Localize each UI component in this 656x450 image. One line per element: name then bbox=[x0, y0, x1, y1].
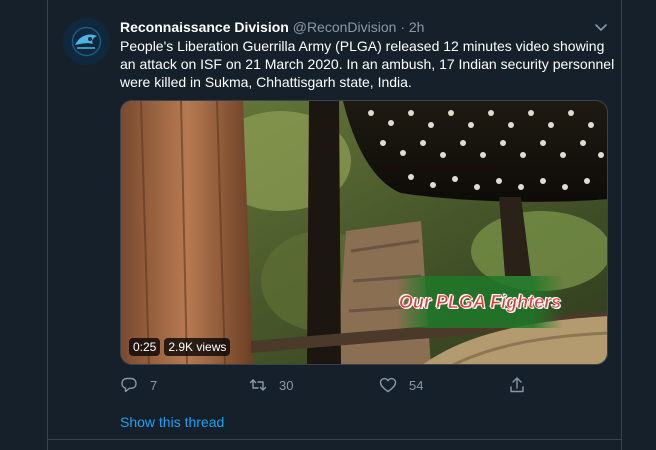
video-caption-banner: Our PLGA Fighters bbox=[397, 276, 563, 328]
tweet-text: People's Liberation Guerrilla Army (PLGA… bbox=[120, 38, 615, 90]
share-icon bbox=[510, 377, 524, 393]
video-duration: 0:25 bbox=[129, 338, 161, 356]
like-button[interactable]: 54 bbox=[379, 376, 423, 394]
separator-dot: · bbox=[400, 19, 405, 35]
timeline-page: Reconnaissance Division @ReconDivision ·… bbox=[0, 0, 656, 450]
reply-icon bbox=[121, 377, 137, 393]
tweet-header: Reconnaissance Division @ReconDivision ·… bbox=[120, 18, 610, 36]
like-count: 54 bbox=[409, 377, 424, 393]
chevron-down-icon[interactable] bbox=[592, 18, 610, 36]
share-button[interactable] bbox=[508, 376, 538, 394]
retweet-icon bbox=[249, 379, 267, 391]
tweet-divider bbox=[48, 439, 621, 440]
reply-count: 7 bbox=[150, 377, 158, 393]
heart-icon bbox=[379, 377, 397, 393]
video-caption: Our PLGA Fighters bbox=[398, 291, 562, 312]
avatar[interactable] bbox=[63, 18, 110, 65]
tweet-timestamp[interactable]: 2h bbox=[409, 19, 425, 35]
video-player[interactable]: Our PLGA Fighters 0:25 2.9K views bbox=[120, 100, 608, 365]
tweet-actions: 7 30 54 bbox=[120, 376, 580, 396]
video-badges: 0:25 2.9K views bbox=[129, 338, 231, 356]
user-handle[interactable]: @ReconDivision bbox=[293, 19, 397, 35]
display-name[interactable]: Reconnaissance Division bbox=[120, 19, 289, 35]
retweet-button[interactable]: 30 bbox=[249, 376, 293, 394]
recon-division-logo-icon bbox=[63, 18, 110, 65]
view-count: 2.9K views bbox=[164, 338, 231, 356]
retweet-count: 30 bbox=[279, 377, 294, 393]
column-border bbox=[621, 0, 622, 450]
show-thread-link[interactable]: Show this thread bbox=[120, 414, 224, 430]
reply-button[interactable]: 7 bbox=[120, 376, 157, 394]
tweet[interactable]: Reconnaissance Division @ReconDivision ·… bbox=[48, 0, 621, 440]
